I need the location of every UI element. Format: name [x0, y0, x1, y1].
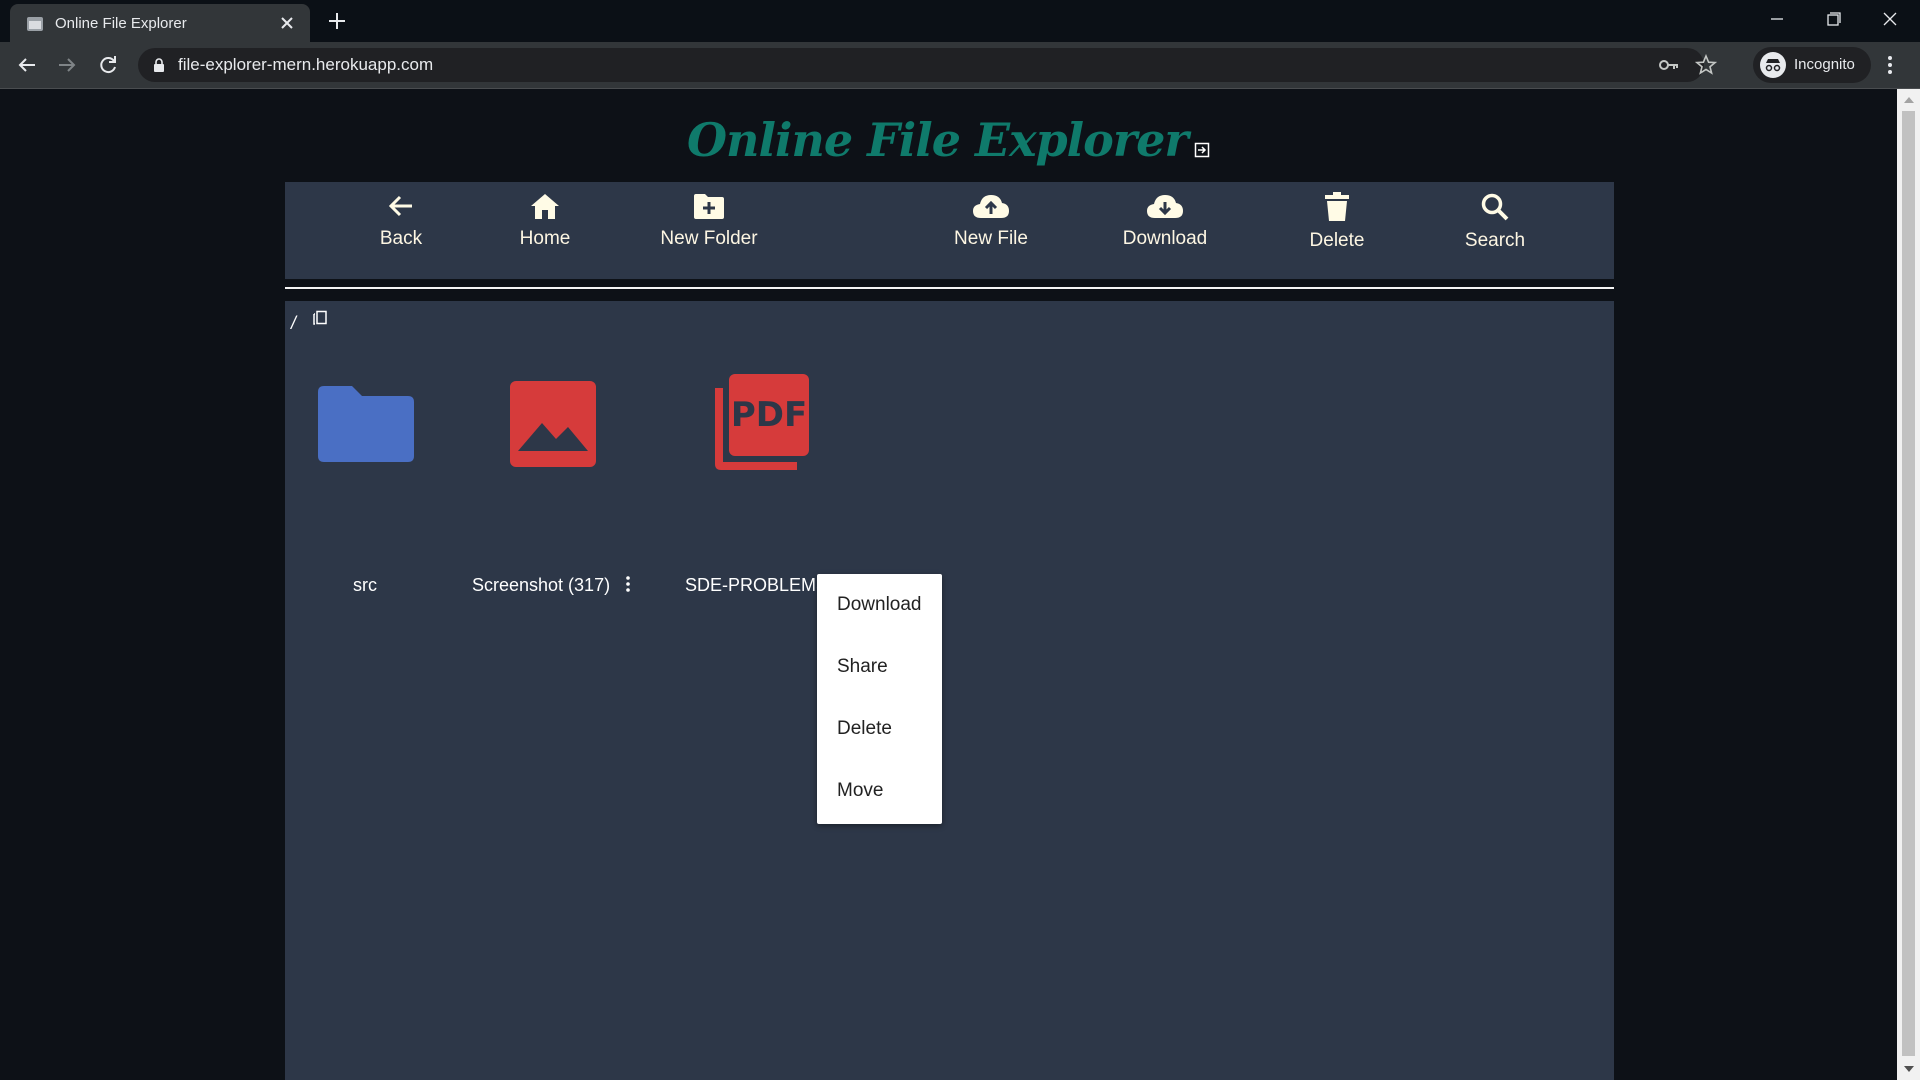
file-item-label: SDE-PROBLEMS [685, 575, 829, 595]
browser-tab[interactable]: Online File Explorer [10, 4, 310, 42]
home-icon [531, 194, 559, 219]
address-bar[interactable]: file-explorer-mern.herokuapp.com [138, 48, 1717, 82]
page-scrollbar[interactable] [1897, 89, 1920, 1080]
window-close-icon[interactable] [1877, 8, 1903, 30]
bookmark-star-icon[interactable] [1695, 54, 1717, 76]
back-button[interactable]: Back [361, 192, 441, 250]
scroll-down-arrow-icon[interactable] [1904, 1066, 1914, 1072]
scroll-thumb[interactable] [1902, 111, 1915, 1056]
pdf-icon: PDF [715, 374, 809, 470]
incognito-icon [1760, 52, 1786, 78]
arrow-left-icon [388, 195, 412, 217]
app-header: Online File Explorer [0, 113, 1897, 167]
trash-icon [1325, 192, 1349, 221]
context-menu: Download Share Delete Move [817, 574, 942, 824]
search-label: Search [1464, 230, 1526, 251]
new-folder-button[interactable]: New Folder [649, 192, 769, 250]
new-file-label: New File [954, 228, 1028, 249]
home-button[interactable]: Home [495, 192, 595, 250]
delete-button[interactable]: Delete [1287, 192, 1387, 252]
minimize-icon[interactable] [1764, 8, 1790, 30]
delete-label: Delete [1309, 230, 1365, 251]
back-arrow-icon[interactable] [15, 53, 39, 77]
incognito-favicon-icon [27, 17, 43, 31]
file-area: / src Screenshot (317) PDF SDE-PROBLEMS [285, 301, 1614, 1080]
app-title: Online File Explorer [686, 113, 1189, 167]
browser-tabbar: Online File Explorer [0, 0, 1920, 42]
reload-icon[interactable] [96, 53, 120, 77]
new-folder-label: New Folder [660, 228, 758, 249]
file-item-label: Screenshot (317) [472, 575, 611, 595]
close-icon[interactable] [278, 14, 296, 32]
context-menu-download[interactable]: Download [837, 594, 922, 616]
logout-icon[interactable] [1194, 142, 1210, 158]
lock-icon [154, 58, 164, 72]
download-button[interactable]: Download [1115, 192, 1215, 250]
browser-toolbar: file-explorer-mern.herokuapp.com Incogni… [0, 42, 1920, 88]
page: Online File Explorer Back Home New Folde… [0, 89, 1897, 1080]
download-label: Download [1122, 228, 1208, 249]
forward-arrow-icon[interactable] [55, 53, 79, 77]
incognito-badge[interactable]: Incognito [1753, 47, 1871, 83]
file-item-label: src [353, 575, 377, 595]
copy-path-icon[interactable] [311, 310, 329, 328]
folder-icon [318, 386, 414, 462]
breadcrumb[interactable]: / [291, 313, 296, 334]
more-options-icon[interactable] [625, 575, 631, 593]
new-tab-icon[interactable] [326, 10, 348, 32]
image-icon [510, 381, 596, 467]
back-label: Back [379, 228, 423, 249]
new-file-button[interactable]: New File [941, 192, 1041, 250]
restore-icon[interactable] [1820, 8, 1846, 30]
context-menu-delete[interactable]: Delete [837, 718, 892, 740]
cloud-upload-icon [973, 195, 1009, 218]
app-toolbar: Back Home New Folder New File Download D… [285, 182, 1614, 279]
cloud-download-icon [1147, 195, 1183, 218]
browser-menu-icon[interactable] [1886, 54, 1894, 76]
context-menu-share[interactable]: Share [837, 656, 888, 678]
search-button[interactable]: Search [1445, 192, 1545, 252]
search-icon [1481, 193, 1509, 221]
home-label: Home [519, 228, 571, 249]
folder-plus-icon [694, 194, 724, 219]
svg-text:PDF: PDF [731, 395, 807, 435]
tab-title: Online File Explorer [55, 15, 187, 32]
key-icon[interactable] [1658, 56, 1680, 74]
scroll-up-arrow-icon[interactable] [1904, 97, 1914, 103]
url-text: file-explorer-mern.herokuapp.com [178, 55, 434, 74]
toolbar-divider [285, 287, 1614, 289]
context-menu-move[interactable]: Move [837, 780, 883, 802]
incognito-label: Incognito [1794, 56, 1855, 73]
